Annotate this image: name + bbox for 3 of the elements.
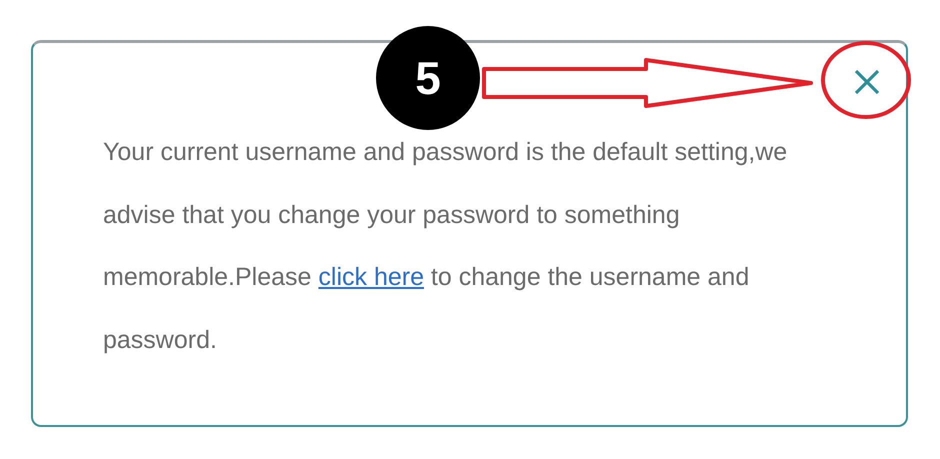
step-badge: 5 [376, 26, 480, 130]
message-text: Your current username and password is the default setting,we advise that you change your password to something memorable.Please click here to change the username and password. [103, 137, 788, 356]
change-link[interactable]: click here [318, 263, 424, 291]
